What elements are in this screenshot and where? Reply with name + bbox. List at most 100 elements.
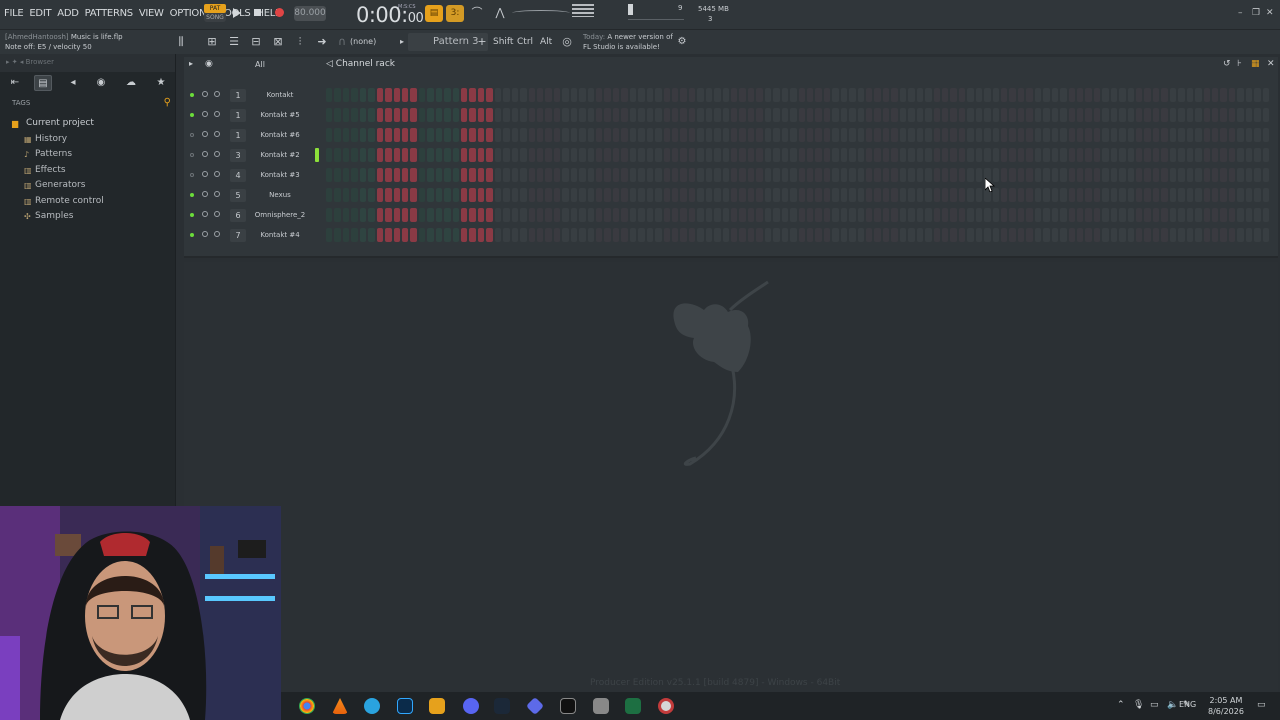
app-circle-icon[interactable]	[658, 698, 674, 714]
step-button[interactable]	[444, 188, 451, 202]
step-button[interactable]	[410, 148, 417, 162]
step-button[interactable]	[1051, 168, 1059, 182]
step-button[interactable]	[1237, 168, 1244, 182]
step-button[interactable]	[933, 148, 940, 162]
step-button[interactable]	[806, 128, 814, 142]
cloud-icon[interactable]: ☁	[122, 75, 140, 91]
step-button[interactable]	[376, 128, 384, 142]
step-button[interactable]	[697, 148, 704, 162]
step-button[interactable]	[655, 228, 662, 242]
step-button[interactable]	[882, 208, 890, 222]
step-button[interactable]	[444, 128, 451, 142]
step-button[interactable]	[401, 168, 409, 182]
step-button[interactable]	[815, 108, 822, 122]
step-button[interactable]	[1186, 208, 1194, 222]
step-button[interactable]	[1144, 128, 1151, 142]
step-button[interactable]	[1211, 168, 1219, 182]
step-button[interactable]	[1051, 108, 1059, 122]
step-button[interactable]	[553, 188, 561, 202]
step-button[interactable]	[1152, 128, 1160, 142]
step-button[interactable]	[1178, 188, 1185, 202]
step-button[interactable]	[823, 108, 831, 122]
step-button[interactable]	[806, 148, 814, 162]
step-button[interactable]	[874, 88, 881, 102]
step-button[interactable]	[1220, 108, 1227, 122]
step-button[interactable]	[444, 88, 451, 102]
step-button[interactable]	[933, 108, 940, 122]
step-button[interactable]	[916, 208, 924, 222]
step-button[interactable]	[444, 208, 451, 222]
step-button[interactable]	[486, 88, 493, 102]
step-button[interactable]	[975, 88, 983, 102]
step-button[interactable]	[866, 88, 873, 102]
step-button[interactable]	[385, 148, 392, 162]
pan-knob[interactable]	[202, 231, 208, 237]
step-button[interactable]	[722, 228, 729, 242]
step-button[interactable]	[1009, 208, 1016, 222]
step-button[interactable]	[806, 188, 814, 202]
step-button[interactable]	[1026, 188, 1033, 202]
step-button[interactable]	[1220, 88, 1227, 102]
step-button[interactable]	[1009, 168, 1016, 182]
step-button[interactable]	[790, 108, 797, 122]
channel-mute-led[interactable]	[190, 113, 194, 117]
shift-toggle[interactable]: Shift	[493, 37, 513, 47]
step-button[interactable]	[562, 168, 569, 182]
step-button[interactable]	[326, 168, 333, 182]
step-button[interactable]	[950, 168, 957, 182]
step-button[interactable]	[1169, 208, 1177, 222]
step-button[interactable]	[452, 128, 459, 142]
step-button[interactable]	[1026, 228, 1033, 242]
step-button[interactable]	[587, 188, 594, 202]
step-button[interactable]	[1026, 168, 1033, 182]
step-button[interactable]	[410, 128, 417, 142]
step-button[interactable]	[1262, 188, 1269, 202]
step-button[interactable]	[747, 148, 755, 162]
step-button[interactable]	[781, 188, 789, 202]
step-button[interactable]	[545, 168, 552, 182]
step-button[interactable]	[1110, 88, 1118, 102]
step-button[interactable]	[663, 168, 670, 182]
step-button[interactable]	[764, 128, 772, 142]
step-button[interactable]	[933, 128, 940, 142]
plugin-icon[interactable]: ◂	[64, 75, 82, 91]
step-button[interactable]	[461, 228, 468, 242]
step-button[interactable]	[359, 168, 367, 182]
step-button[interactable]	[925, 148, 932, 162]
step-button[interactable]	[1093, 208, 1101, 222]
discord-icon[interactable]	[463, 698, 479, 714]
step-button[interactable]	[688, 208, 696, 222]
step-button[interactable]	[368, 88, 375, 102]
step-button[interactable]	[747, 88, 755, 102]
step-button[interactable]	[756, 188, 763, 202]
channel-name-button[interactable]: Kontakt #2	[248, 149, 312, 162]
step-button[interactable]	[486, 228, 493, 242]
pan-knob[interactable]	[202, 131, 208, 137]
step-button[interactable]	[1068, 228, 1075, 242]
channel-row[interactable]: 7 Kontakt #4	[184, 225, 1278, 245]
step-button[interactable]	[832, 128, 839, 142]
step-button[interactable]	[511, 208, 519, 222]
step-button[interactable]	[596, 128, 603, 142]
step-button[interactable]	[705, 108, 713, 122]
step-button[interactable]	[1009, 108, 1016, 122]
step-button[interactable]	[486, 128, 493, 142]
step-button[interactable]	[520, 168, 527, 182]
step-button[interactable]	[958, 88, 966, 102]
step-button[interactable]	[950, 88, 957, 102]
snap-selector[interactable]: (none)	[350, 37, 376, 46]
step-button[interactable]	[604, 168, 611, 182]
step-button[interactable]	[1102, 168, 1109, 182]
step-button[interactable]	[790, 128, 797, 142]
menu-patterns[interactable]: PATTERNS	[85, 8, 134, 19]
step-button[interactable]	[1043, 88, 1050, 102]
step-button[interactable]	[680, 168, 687, 182]
step-button[interactable]	[840, 88, 848, 102]
step-button[interactable]	[1228, 168, 1236, 182]
step-button[interactable]	[823, 88, 831, 102]
step-button[interactable]	[418, 128, 426, 142]
step-button[interactable]	[1144, 148, 1151, 162]
step-button[interactable]	[773, 188, 780, 202]
step-button[interactable]	[671, 88, 679, 102]
step-button[interactable]	[840, 108, 848, 122]
